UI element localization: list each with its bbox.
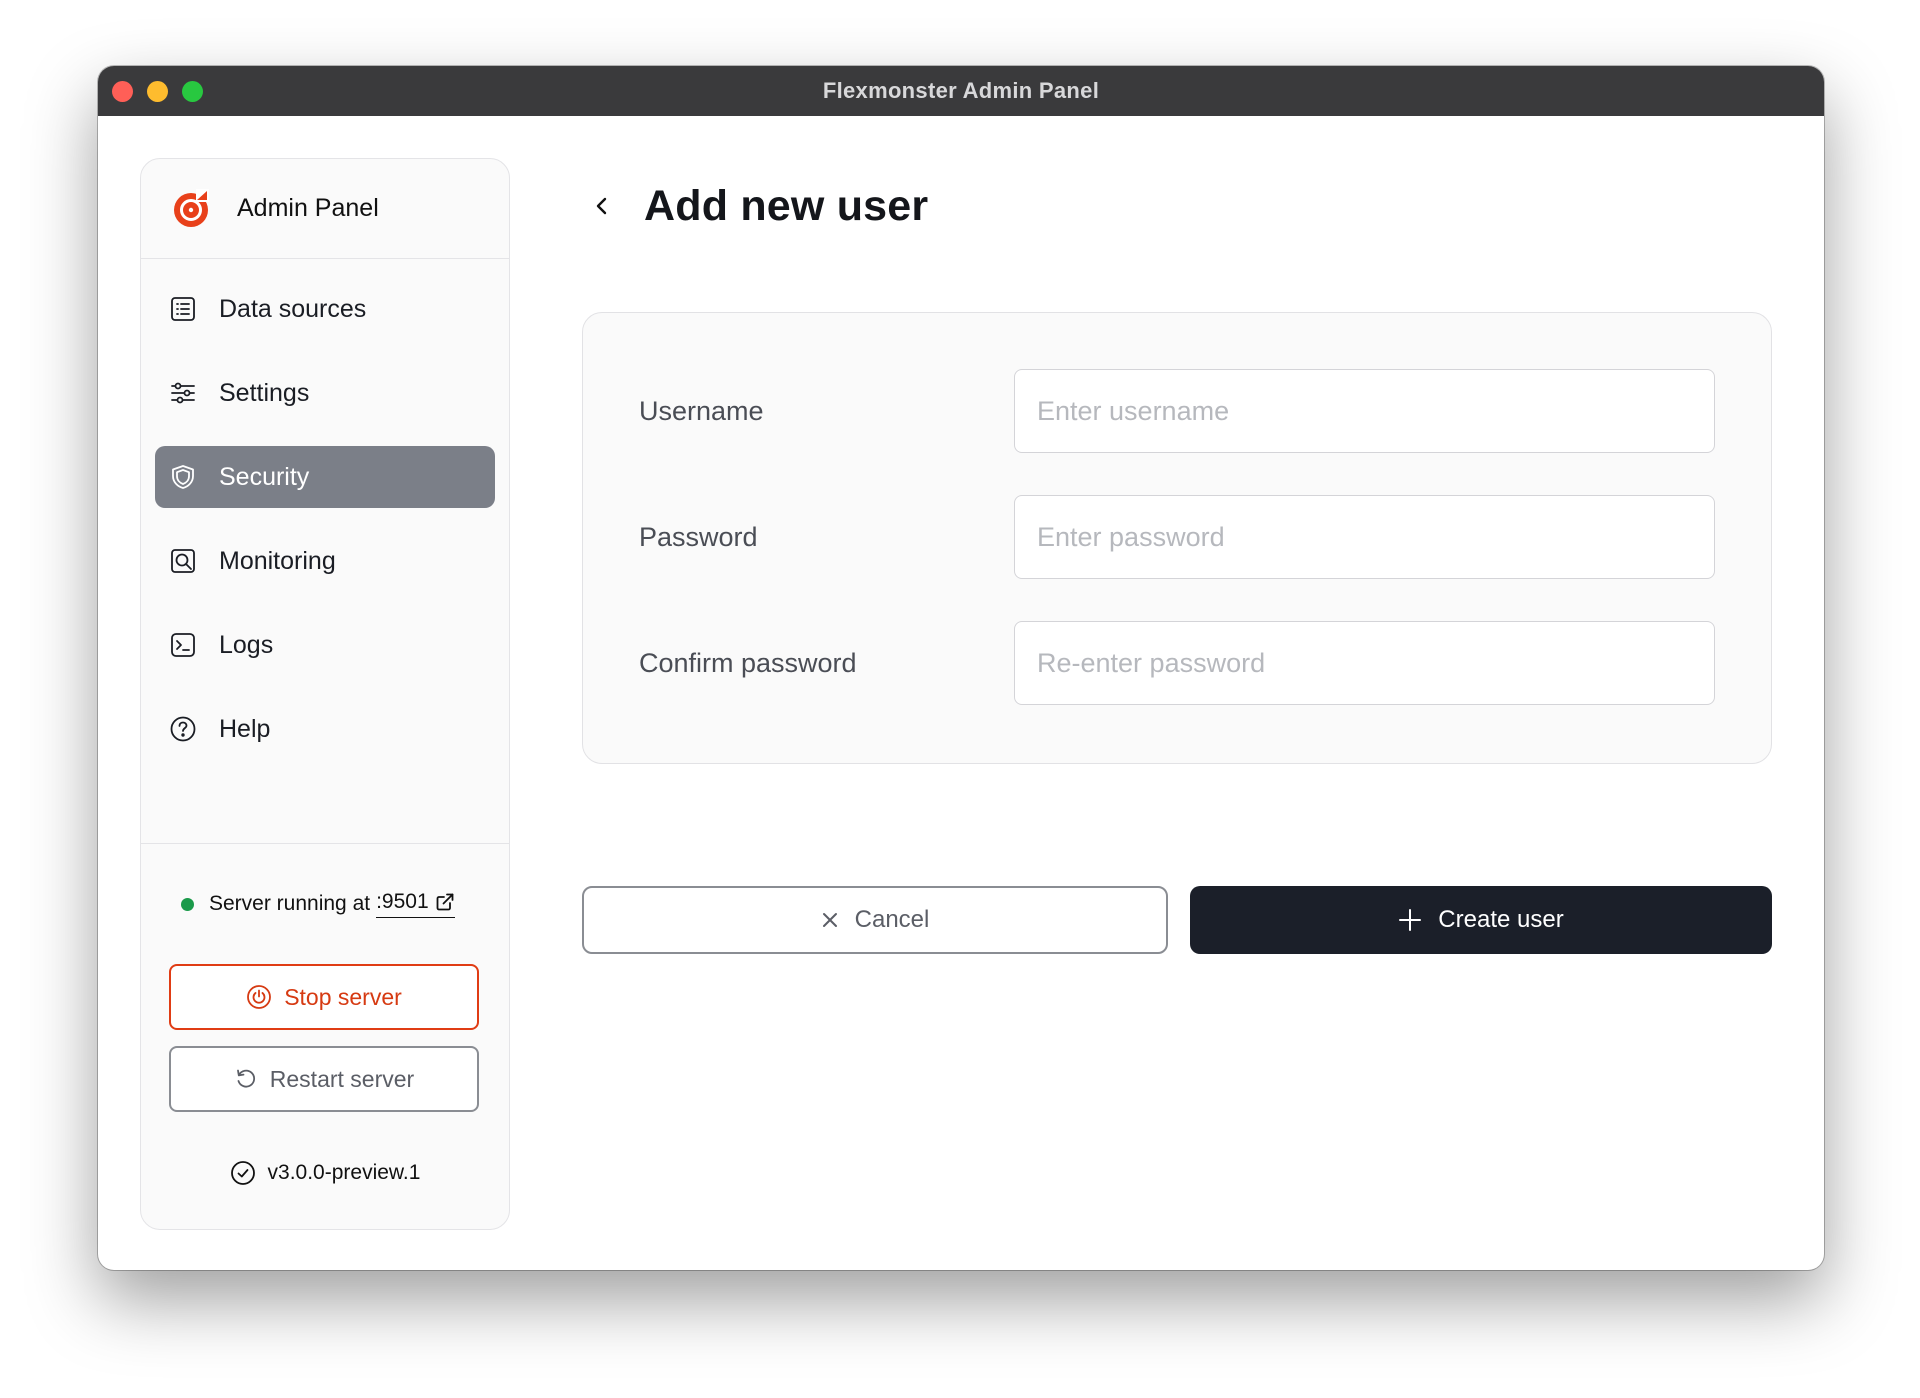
password-row: Password bbox=[639, 495, 1715, 579]
main-content: Add new user Username Password Confirm p… bbox=[582, 158, 1772, 954]
server-status-text: Server running at bbox=[209, 892, 371, 915]
username-label: Username bbox=[639, 395, 764, 426]
app-window: Flexmonster Admin Panel Admin Panel Data… bbox=[98, 66, 1824, 1270]
flexmonster-logo-icon bbox=[174, 188, 209, 227]
sidebar-item-label: Monitoring bbox=[219, 546, 336, 575]
stop-server-label: Stop server bbox=[284, 983, 402, 1010]
list-icon bbox=[169, 295, 197, 323]
form-actions: Cancel Create user bbox=[582, 886, 1772, 954]
server-port: :9501 bbox=[376, 890, 429, 913]
create-user-button[interactable]: Create user bbox=[1190, 886, 1772, 954]
page-title: Add new user bbox=[644, 181, 929, 230]
external-link-icon bbox=[436, 893, 454, 911]
power-icon bbox=[247, 985, 272, 1009]
sidebar-item-label: Settings bbox=[219, 378, 310, 407]
sidebar-item-help[interactable]: Help bbox=[155, 698, 495, 760]
check-circle-icon bbox=[230, 1161, 255, 1185]
window-title: Flexmonster Admin Panel bbox=[822, 78, 1100, 103]
sidebar-item-label: Help bbox=[219, 714, 271, 743]
sidebar-item-logs[interactable]: Logs bbox=[155, 614, 495, 676]
sidebar-item-label: Data sources bbox=[219, 294, 367, 323]
create-user-label: Create user bbox=[1438, 906, 1564, 933]
version-text: v3.0.0-preview.1 bbox=[267, 1161, 421, 1184]
username-row: Username bbox=[639, 369, 1715, 453]
sidebar-item-settings[interactable]: Settings bbox=[155, 362, 495, 424]
sidebar-item-security[interactable]: Security bbox=[155, 446, 495, 508]
terminal-icon bbox=[169, 631, 197, 659]
username-input[interactable] bbox=[1014, 369, 1715, 453]
password-input[interactable] bbox=[1014, 495, 1715, 579]
brand-title: Admin Panel bbox=[237, 194, 379, 222]
minimize-window-button[interactable] bbox=[147, 81, 168, 102]
sliders-icon bbox=[169, 379, 197, 407]
confirm-password-row: Confirm password bbox=[639, 621, 1715, 705]
password-label: Password bbox=[639, 521, 758, 552]
title-bar: Flexmonster Admin Panel bbox=[98, 66, 1824, 116]
sidebar-item-monitoring[interactable]: Monitoring bbox=[155, 530, 495, 592]
restart-icon bbox=[236, 1069, 255, 1088]
sidebar-footer: Server running at :9501 Stop server Rest… bbox=[141, 843, 509, 1185]
cancel-label: Cancel bbox=[854, 906, 930, 933]
help-icon bbox=[169, 715, 197, 743]
chevron-left-icon bbox=[596, 197, 607, 215]
close-window-button[interactable] bbox=[112, 81, 133, 102]
stop-server-button[interactable]: Stop server bbox=[169, 964, 479, 1030]
confirm-password-label: Confirm password bbox=[639, 647, 857, 678]
server-status: Server running at :9501 bbox=[181, 890, 509, 918]
restart-server-label: Restart server bbox=[269, 1065, 415, 1092]
page-header: Add new user bbox=[582, 158, 1764, 254]
sidebar-item-label: Logs bbox=[219, 630, 274, 659]
version-info: v3.0.0-preview.1 bbox=[141, 1160, 509, 1186]
monitor-search-icon bbox=[169, 547, 197, 575]
sidebar-nav: Data sources Settings Security Monitorin… bbox=[141, 259, 509, 760]
add-user-form: Username Password Confirm password bbox=[582, 312, 1772, 764]
back-button[interactable] bbox=[582, 186, 622, 226]
sidebar: Admin Panel Data sources Settings Securi… bbox=[140, 158, 510, 1230]
plus-icon bbox=[1399, 909, 1422, 931]
shield-icon bbox=[169, 463, 197, 491]
server-port-link[interactable]: :9501 bbox=[376, 890, 455, 918]
restart-server-button[interactable]: Restart server bbox=[169, 1046, 479, 1112]
close-icon bbox=[822, 913, 837, 927]
sidebar-item-label: Security bbox=[219, 462, 310, 491]
cancel-button[interactable]: Cancel bbox=[582, 886, 1168, 954]
maximize-window-button[interactable] bbox=[182, 81, 203, 102]
status-dot bbox=[181, 897, 194, 911]
sidebar-item-data-sources[interactable]: Data sources bbox=[155, 278, 495, 340]
brand-header: Admin Panel bbox=[141, 159, 509, 259]
confirm-password-input[interactable] bbox=[1014, 621, 1715, 705]
window-controls bbox=[112, 81, 203, 102]
